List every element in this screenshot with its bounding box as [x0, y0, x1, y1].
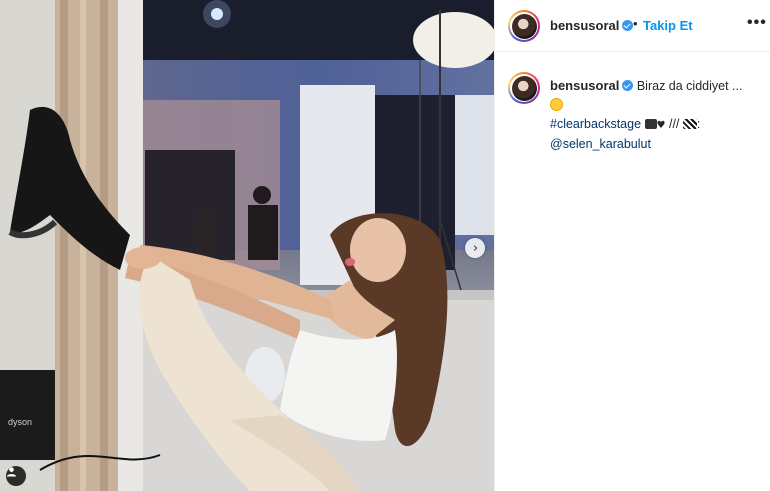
- post-photo[interactable]: dyson ›: [0, 0, 494, 491]
- mention-link[interactable]: @selen_karabulut: [550, 137, 651, 151]
- more-options-icon[interactable]: •••: [747, 14, 767, 32]
- chevron-right-icon: ›: [472, 240, 479, 256]
- clapperboard-emoji-icon: [682, 119, 697, 129]
- photo-scene: dyson: [0, 0, 494, 491]
- follow-button[interactable]: Takip Et: [643, 18, 693, 33]
- dyson-label: dyson: [8, 417, 32, 427]
- verified-badge-icon: [622, 80, 634, 91]
- post-sidebar: bensusoral • Takip Et ••• bensusoral Bir…: [494, 0, 770, 491]
- header-separator: •: [633, 16, 638, 31]
- tongue-emoji-icon: [550, 98, 563, 111]
- heart-icon: ♥: [656, 120, 666, 131]
- verified-badge-icon: [622, 20, 634, 31]
- caption-colon: :: [696, 117, 701, 131]
- header-username[interactable]: bensusoral: [550, 18, 634, 33]
- caption-separator: ///: [668, 117, 680, 131]
- post-header: bensusoral • Takip Et •••: [495, 0, 770, 52]
- tagged-users-button[interactable]: [6, 466, 26, 486]
- camera-emoji-icon: [644, 119, 657, 129]
- caption-username[interactable]: bensusoral: [550, 78, 619, 93]
- avatar-image: [511, 13, 537, 39]
- hashtag-link[interactable]: #clearbackstage: [550, 117, 641, 131]
- user-tag-icon: [6, 467, 17, 477]
- caption-body: Biraz da ciddiyet ...: [636, 79, 743, 93]
- carousel-next-button[interactable]: ›: [465, 238, 485, 258]
- caption-avatar[interactable]: [508, 72, 540, 104]
- avatar-image: [511, 75, 537, 101]
- caption-text: bensusoral Biraz da ciddiyet ... #clearb…: [550, 76, 755, 154]
- avatar[interactable]: [508, 10, 540, 42]
